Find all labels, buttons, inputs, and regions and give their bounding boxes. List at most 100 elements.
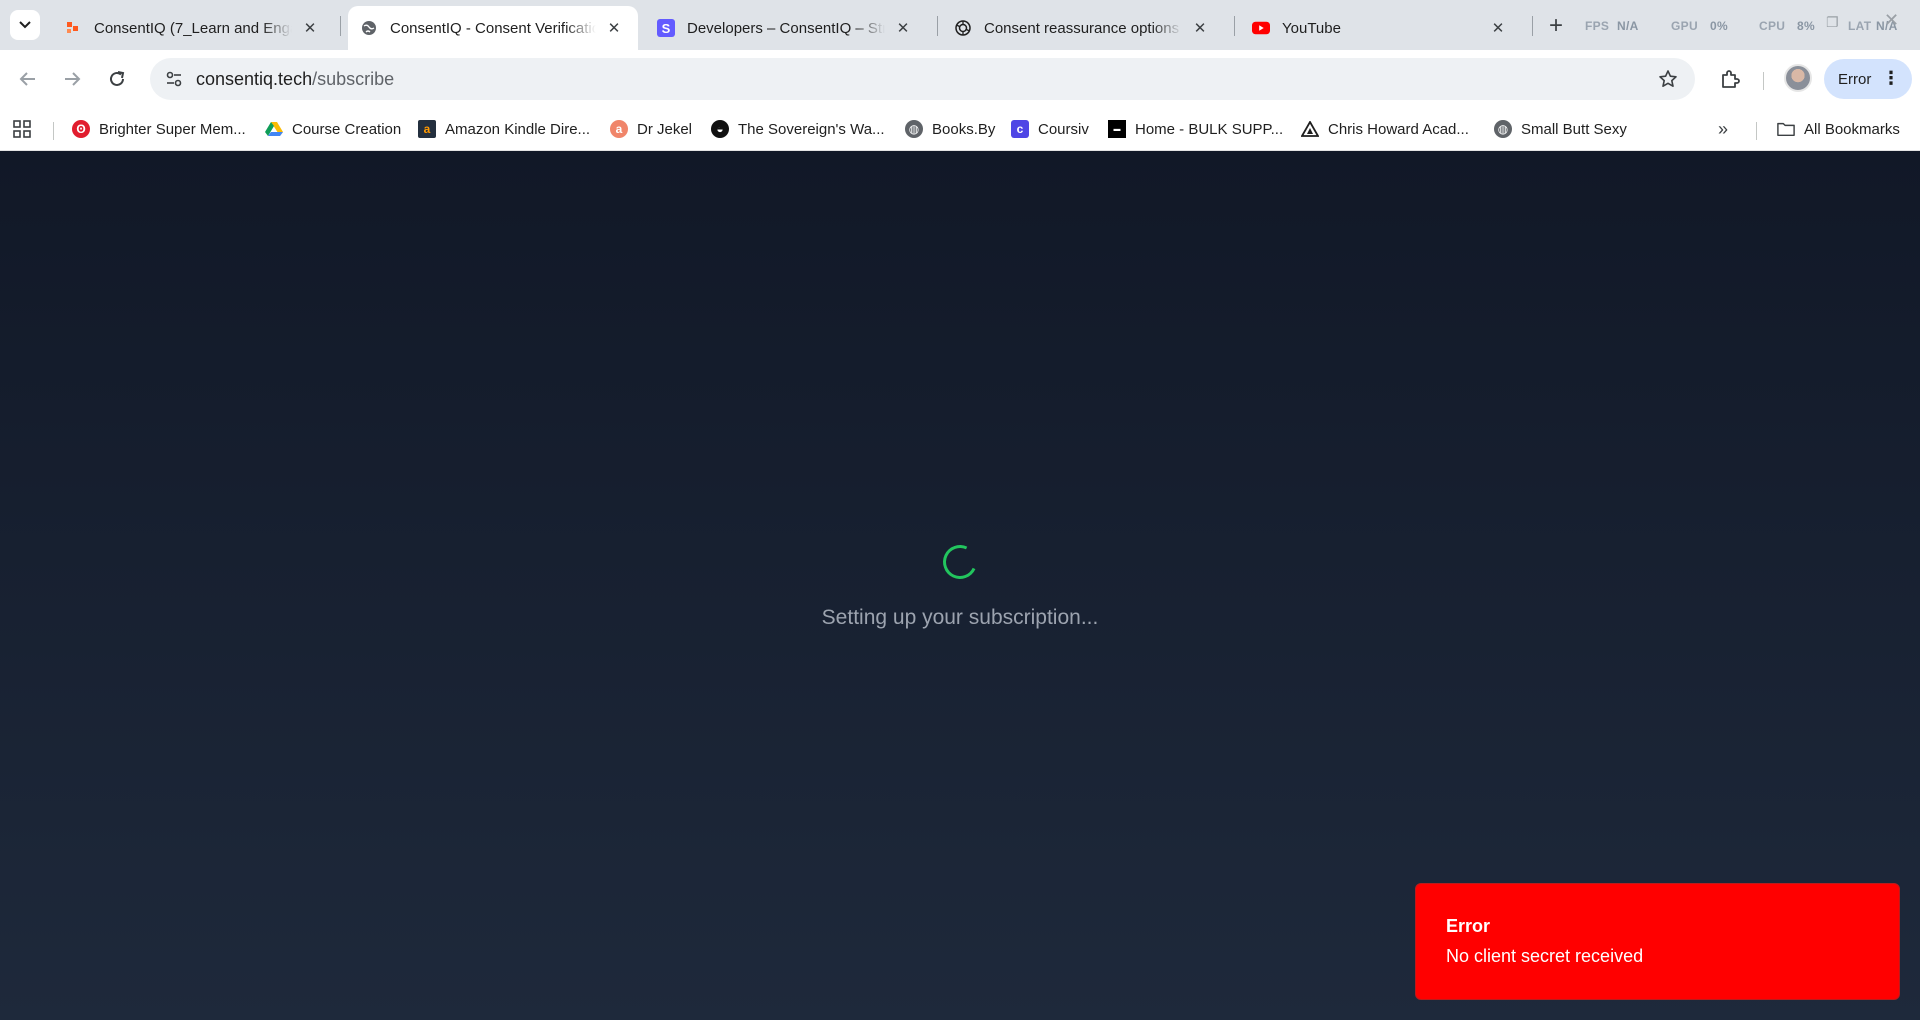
url-path: /subscribe: [312, 69, 395, 89]
bookmark-label: Small Butt Sexy: [1521, 120, 1627, 138]
extensions-icon[interactable]: [1715, 64, 1745, 94]
youtube-icon: [1252, 19, 1270, 37]
bookmark-label: Amazon Kindle Dire...: [445, 120, 591, 138]
chatgpt-icon: [954, 19, 972, 37]
all-bookmarks-label: All Bookmarks: [1804, 120, 1900, 138]
restore-window-icon[interactable]: ❐: [1826, 14, 1839, 31]
google-drive-icon: [265, 120, 283, 138]
bookmark-label: Dr Jekel: [637, 120, 693, 138]
toolbar-divider: [1763, 72, 1764, 90]
tab-divider: [937, 16, 938, 36]
arrow-right-icon: [65, 72, 81, 86]
folder-icon: [1777, 120, 1795, 138]
amazon-icon: a: [418, 120, 436, 138]
bookmark-bulk-supplements[interactable]: ▬ Home - BULK SUPP...: [1108, 114, 1283, 144]
bookmark-small-butt[interactable]: ◍ Small Butt Sexy: [1494, 114, 1627, 144]
tab-search-button[interactable]: [10, 10, 40, 40]
tab-strip: ConsentIQ (7_Learn and Engage ✕ ConsentI…: [0, 0, 1920, 50]
bookmark-divider: [53, 122, 54, 140]
site-info-icon[interactable]: [162, 67, 186, 91]
coursiv-icon: c: [1011, 120, 1029, 138]
bookmark-amazon-kindle[interactable]: a Amazon Kindle Dire...: [418, 114, 590, 144]
close-icon[interactable]: ✕: [1488, 18, 1508, 38]
bookmark-label: Home - BULK SUPP...: [1135, 120, 1284, 138]
chevron-down-icon: [19, 21, 31, 29]
close-icon[interactable]: ✕: [300, 18, 320, 38]
reload-button[interactable]: [101, 63, 133, 95]
reload-icon: [110, 71, 125, 86]
bookmark-label: Books.By: [932, 120, 996, 138]
bookmark-coursiv[interactable]: c Coursiv: [1011, 114, 1089, 144]
tab-stripe-developers[interactable]: S Developers – ConsentIQ – Stripe ✕: [645, 6, 927, 50]
globe-icon: ◍: [1494, 120, 1512, 138]
bookmark-star-icon[interactable]: [1655, 66, 1681, 92]
tab-consentiq-learn[interactable]: ConsentIQ (7_Learn and Engage ✕: [52, 6, 334, 50]
tab-divider: [340, 16, 341, 36]
diamond-orange-icon: [64, 19, 82, 37]
a-circle-icon: a: [610, 120, 628, 138]
perf-fps-label: FPS: [1585, 19, 1610, 33]
tab-consent-verification[interactable]: ConsentIQ - Consent Verification ✕: [348, 6, 638, 50]
perf-gpu-value: 0%: [1710, 19, 1728, 33]
bookmark-sovereigns[interactable]: ◒ The Sovereign's Wa...: [711, 114, 885, 144]
tab-consent-reassurance[interactable]: Consent reassurance options ✕: [942, 6, 1224, 50]
url-text[interactable]: consentiq.tech/subscribe: [196, 69, 394, 90]
tab-youtube[interactable]: YouTube ✕: [1240, 6, 1522, 50]
stripe-icon: S: [657, 19, 675, 37]
bookmark-course-creation[interactable]: Course Creation: [265, 114, 401, 144]
svg-text:S: S: [662, 21, 671, 36]
bookmark-label: Coursiv: [1038, 120, 1089, 138]
perf-cpu-value: 8%: [1797, 19, 1815, 33]
perf-lat-label: LAT: [1848, 19, 1872, 33]
more-bookmarks-chevron-icon[interactable]: »: [1718, 114, 1728, 144]
tab-divider: [1532, 16, 1533, 36]
back-button[interactable]: [12, 63, 44, 95]
globe-icon: [360, 19, 378, 37]
brighter-icon: ʘ: [72, 120, 90, 138]
close-icon[interactable]: ✕: [604, 18, 624, 38]
loading-message: Setting up your subscription...: [821, 606, 1099, 629]
arrow-left-icon: [19, 72, 35, 86]
profile-error-label: Error: [1838, 70, 1872, 88]
bookmark-books-by[interactable]: ◍ Books.By: [905, 114, 995, 144]
browser-toolbar: consentiq.tech/subscribe Error ⋮: [0, 50, 1920, 108]
perf-gpu-label: GPU: [1671, 19, 1698, 33]
apps-button[interactable]: [12, 114, 32, 144]
bookmark-chris-howard[interactable]: Chris Howard Acad...: [1301, 114, 1469, 144]
all-bookmarks-button[interactable]: All Bookmarks: [1777, 114, 1900, 144]
profile-avatar[interactable]: [1784, 64, 1812, 92]
bookmark-label: Chris Howard Acad...: [1328, 120, 1469, 138]
tab-title: ConsentIQ - Consent Verification: [390, 19, 596, 37]
globe-icon: ◍: [905, 120, 923, 138]
error-toast[interactable]: Error No client secret received: [1415, 883, 1900, 1000]
triangle-icon: [1301, 120, 1319, 138]
new-tab-button[interactable]: +: [1542, 12, 1570, 40]
apps-grid-icon: [13, 120, 31, 138]
address-bar[interactable]: consentiq.tech/subscribe: [150, 58, 1695, 100]
tab-divider: [1234, 16, 1235, 36]
bookmark-divider: [1756, 122, 1757, 140]
perf-fps-value: N/A: [1617, 19, 1639, 33]
close-window-icon[interactable]: ✕: [1884, 10, 1899, 31]
url-host: consentiq.tech: [196, 69, 313, 89]
loading-spinner: [938, 540, 982, 584]
bulk-icon: ▬: [1108, 120, 1126, 138]
kebab-menu-icon[interactable]: ⋮: [1882, 69, 1900, 87]
forward-button[interactable]: [56, 63, 88, 95]
close-icon[interactable]: ✕: [893, 18, 913, 38]
bookmark-label: Course Creation: [292, 120, 402, 138]
close-icon[interactable]: ✕: [1190, 18, 1210, 38]
tab-title: ConsentIQ (7_Learn and Engage: [94, 19, 292, 37]
tab-title: Consent reassurance options: [984, 19, 1180, 37]
bookmark-dr-jekel[interactable]: a Dr Jekel: [610, 114, 692, 144]
bookmark-label: The Sovereign's Wa...: [738, 120, 885, 138]
bookmark-brighter[interactable]: ʘ Brighter Super Mem...: [72, 114, 246, 144]
mask-icon: ◒: [711, 120, 729, 138]
tab-title: YouTube: [1282, 19, 1341, 37]
bookmarks-bar: ʘ Brighter Super Mem... Course Creation …: [0, 108, 1920, 151]
profile-error-chip[interactable]: Error ⋮: [1824, 59, 1912, 99]
tab-title: Developers – ConsentIQ – Stripe: [687, 19, 885, 37]
perf-cpu-label: CPU: [1759, 19, 1786, 33]
toast-message: No client secret received: [1446, 946, 1644, 966]
toast-title: Error: [1446, 916, 1491, 936]
